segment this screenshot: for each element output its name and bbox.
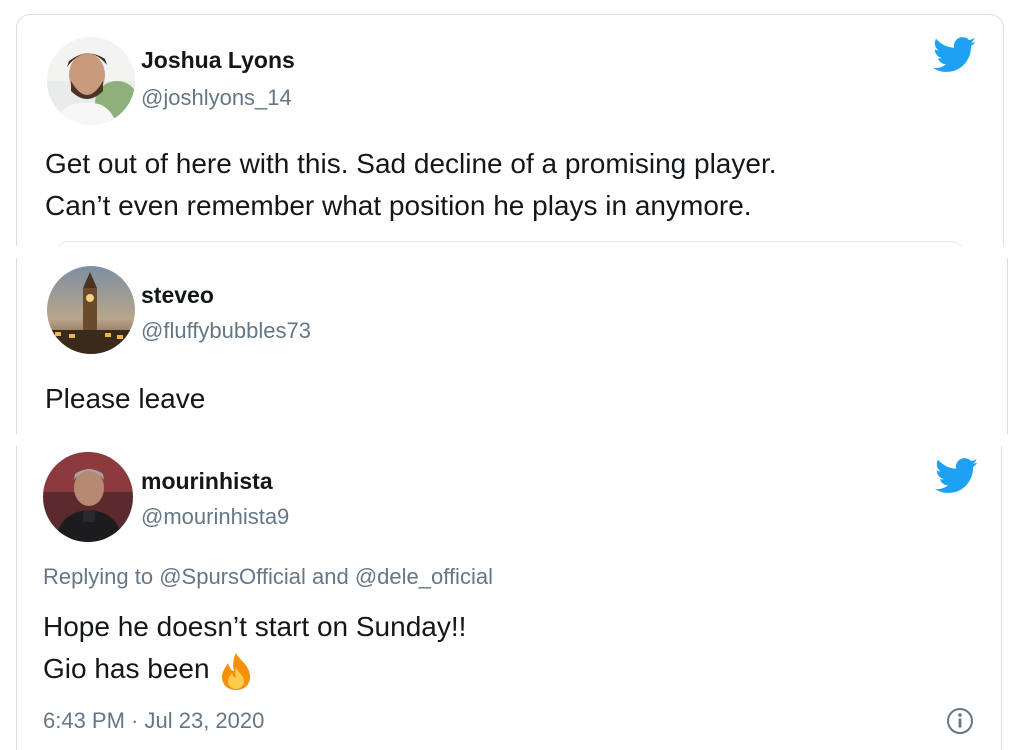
tweet-text: Get out of here with this. Sad decline o… [45, 143, 985, 227]
tweet-card-steveo[interactable]: steveo @fluffybubbles73 Please leave [16, 258, 1008, 434]
tweet-timestamp[interactable]: 6:43 PM · Jul 23, 2020 [43, 708, 264, 734]
fire-emoji [218, 651, 254, 691]
avatar[interactable] [47, 37, 135, 125]
author-handle[interactable]: @joshlyons_14 [141, 85, 292, 111]
replying-to: Replying to @SpursOfficial and @dele_off… [43, 564, 493, 590]
tweet-text-line: Can’t even remember what position he pla… [45, 190, 752, 221]
tweet-text-line: Please leave [45, 383, 206, 414]
big-ben-photo-avatar [47, 266, 135, 354]
mention-link[interactable]: @dele_official [355, 564, 493, 589]
author-handle[interactable]: @fluffybubbles73 [141, 318, 311, 344]
replying-and: and [311, 564, 349, 589]
tweet-card-mourinhista[interactable]: mourinhista @mourinhista9 Replying to @S… [16, 446, 1002, 750]
tweet-card-joshua[interactable]: Joshua Lyons @joshlyons_14 Get out of he… [16, 14, 1004, 246]
author-name[interactable]: mourinhista [141, 468, 273, 495]
replying-prefix: Replying to [43, 564, 154, 589]
twitter-bird-icon[interactable] [935, 458, 979, 494]
mention-link[interactable]: @SpursOfficial [159, 564, 306, 589]
avatar[interactable] [47, 266, 135, 354]
author-handle[interactable]: @mourinhista9 [141, 504, 289, 530]
author-name[interactable]: steveo [141, 282, 214, 309]
tweet-text-line: Gio has been [43, 653, 210, 684]
person-photo-avatar [47, 37, 135, 125]
quoted-tweet-frame[interactable] [55, 241, 965, 246]
manager-photo-avatar [43, 452, 133, 542]
author-name[interactable]: Joshua Lyons [141, 47, 295, 74]
tweet-text-line: Hope he doesn’t start on Sunday!! [43, 611, 467, 642]
info-icon[interactable] [945, 706, 975, 736]
tweet-text-line-2: Gio has been [43, 648, 943, 691]
tweet-text: Hope he doesn’t start on Sunday!! Gio ha… [43, 606, 943, 691]
twitter-bird-icon[interactable] [933, 37, 977, 73]
tweet-text-line: Get out of here with this. Sad decline o… [45, 148, 777, 179]
avatar[interactable] [43, 452, 133, 542]
tweet-text: Please leave [45, 378, 945, 420]
